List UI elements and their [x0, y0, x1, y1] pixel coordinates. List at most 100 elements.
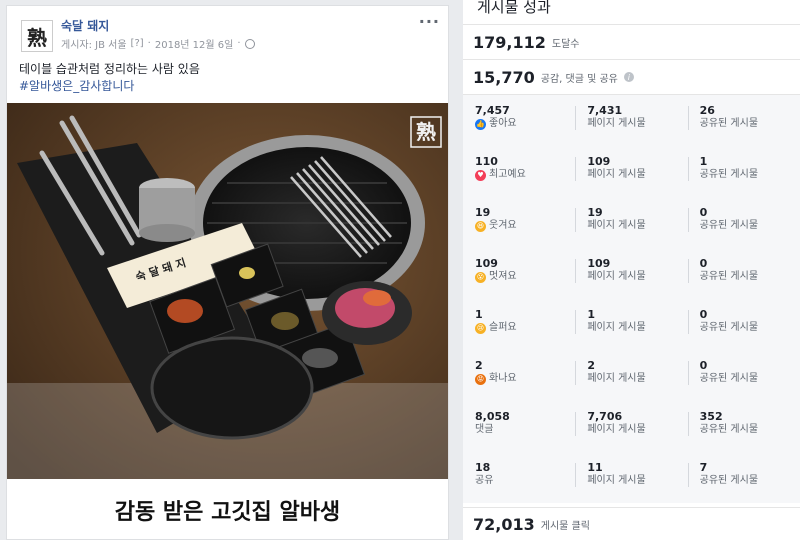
total-value: 2 [475, 359, 483, 372]
shared-post-value: 26 [699, 104, 715, 117]
total-value: 8,058 [475, 410, 510, 423]
breakdown-row: 109 😮 멋져요 109 페이지 게시물 0 공유된 게시물 [463, 248, 800, 299]
hashtag-link[interactable]: #알바생은_감사합니다 [19, 78, 200, 95]
post-date[interactable]: 2018년 12월 6일 [155, 36, 234, 51]
total-label-wrap: 😆 웃겨요 [475, 219, 575, 233]
total-label-wrap: 👍 좋아요 [475, 117, 575, 131]
shared-post-label: 공유된 게시물 [699, 424, 759, 435]
page-post-label: 페이지 게시물 [587, 220, 646, 231]
more-options-button[interactable]: ··· [419, 12, 440, 31]
total-value: 19 [475, 206, 491, 219]
shared-post-cell: 0 공유된 게시물 [687, 257, 800, 299]
page-post-value: 1 [587, 308, 595, 321]
page-post-cell: 2 페이지 게시물 [575, 359, 687, 401]
total-value: 7,457 [475, 104, 510, 117]
reaction-label: 공유 [475, 475, 494, 486]
total-value: 109 [475, 257, 498, 270]
total-cell: 110 ♥ 최고예요 [463, 155, 575, 197]
total-cell: 19 😆 웃겨요 [463, 206, 575, 248]
shared-post-value: 0 [699, 359, 708, 372]
page-post-cell: 11 페이지 게시물 [575, 461, 687, 503]
photo-title: 감동 받은 고깃집 알바생 [7, 479, 448, 539]
total-label-wrap: 공유 [475, 474, 575, 488]
reaction-label: 최고예요 [489, 169, 526, 180]
info-icon[interactable]: i [623, 72, 634, 82]
sad-icon: 😢 [475, 322, 486, 334]
total-cell: 1 😢 슬퍼요 [463, 308, 575, 350]
reach-label: 도달수 [551, 38, 580, 50]
post-meta: 게시자: JB 서울 [?] · 2018년 12월 6일 · [61, 36, 255, 51]
page-post-cell: 7,431 페이지 게시물 [575, 104, 687, 146]
page-post-value: 7,706 [587, 410, 623, 423]
reaction-label: 웃겨요 [489, 220, 517, 231]
shared-post-label: 공유된 게시물 [699, 373, 759, 384]
total-value: 110 [475, 155, 498, 168]
reaction-label: 좋아요 [489, 118, 517, 129]
shared-post-label: 공유된 게시물 [699, 169, 759, 180]
shared-post-cell: 0 공유된 게시물 [687, 359, 800, 401]
total-cell: 8,058 댓글 [463, 410, 575, 452]
insights-panel: 게시물 성과 179,112 도달수 15,770 공감, 댓글 및 공유 i … [463, 0, 800, 540]
page-post-cell: 1 페이지 게시물 [575, 308, 687, 350]
insights-title: 게시물 성과 [477, 0, 551, 16]
shared-post-cell: 0 공유된 게시물 [687, 308, 800, 350]
reach-row: 179,112 도달수 [463, 24, 800, 59]
total-cell: 18 공유 [463, 461, 575, 503]
shared-post-label: 공유된 게시물 [699, 475, 759, 486]
reaction-label: 댓글 [475, 424, 494, 435]
shared-post-label: 공유된 게시물 [699, 322, 759, 333]
shared-post-label: 공유된 게시물 [699, 118, 759, 129]
shared-post-value: 1 [699, 155, 708, 168]
reach-value: 179,112 [473, 32, 546, 52]
page-post-label: 페이지 게시물 [587, 373, 646, 384]
shared-post-cell: 0 공유된 게시물 [687, 206, 800, 248]
shared-post-label: 공유된 게시물 [699, 271, 759, 282]
page-post-value: 109 [587, 155, 611, 168]
wow-icon: 😮 [475, 271, 486, 283]
clicks-row: 72,013 게시물 클릭 [463, 507, 800, 540]
photo-illustration: 숙 달 돼 지 熟 [7, 103, 448, 479]
engagement-breakdown: 7,457 👍 좋아요 7,431 페이지 게시물 26 공유된 게시물 110 ♥ 최고예요 10… [463, 94, 800, 503]
reaction-label: 멋져요 [489, 271, 517, 282]
page-name-link[interactable]: 숙달 돼지 [61, 17, 109, 34]
post-card: 熟 숙달 돼지 게시자: JB 서울 [?] · 2018년 12월 6일 · … [6, 5, 449, 540]
total-value: 1 [475, 308, 483, 321]
globe-icon[interactable] [244, 38, 255, 49]
page-post-cell: 7,706 페이지 게시물 [575, 410, 687, 452]
page-post-label: 페이지 게시물 [587, 271, 646, 282]
shared-post-value: 0 [699, 206, 708, 219]
dot-separator: · [237, 38, 241, 49]
post-caption: 테이블 습관처럼 정리하는 사람 있음 #알바생은_감사합니다 [19, 61, 200, 95]
reaction-label: 화나요 [489, 373, 517, 384]
love-icon: ♥ [475, 169, 486, 181]
shared-post-value: 0 [699, 308, 708, 321]
page-post-label: 페이지 게시물 [587, 118, 646, 129]
clicks-label: 게시물 클릭 [540, 520, 590, 532]
shared-post-value: 0 [699, 257, 708, 270]
page-post-label: 페이지 게시물 [587, 424, 646, 435]
haha-icon: 😆 [475, 220, 486, 232]
page-post-value: 11 [587, 461, 603, 474]
total-label-wrap: 😢 슬퍼요 [475, 321, 575, 335]
breakdown-row: 19 😆 웃겨요 19 페이지 게시물 0 공유된 게시물 [463, 197, 800, 248]
page-avatar[interactable]: 熟 [21, 20, 53, 52]
shared-post-label: 공유된 게시물 [699, 220, 759, 231]
page-post-value: 7,431 [587, 104, 623, 117]
engagement-value: 15,770 [473, 67, 535, 87]
reaction-label: 슬퍼요 [489, 322, 517, 333]
shared-post-value: 352 [699, 410, 723, 423]
post-author[interactable]: 게시자: JB 서울 [61, 36, 127, 51]
black-dish [150, 336, 314, 440]
page-post-value: 19 [587, 206, 603, 219]
shared-post-cell: 1 공유된 게시물 [687, 155, 800, 197]
breakdown-row: 8,058 댓글 7,706 페이지 게시물 352 공유된 게시물 [463, 401, 800, 452]
page-post-cell: 109 페이지 게시물 [575, 155, 687, 197]
breakdown-row: 7,457 👍 좋아요 7,431 페이지 게시물 26 공유된 게시물 [463, 95, 800, 146]
shared-post-cell: 352 공유된 게시물 [687, 410, 800, 452]
total-value: 18 [475, 461, 491, 474]
post-photo[interactable]: 숙 달 돼 지 熟 [7, 103, 448, 479]
breakdown-row: 18 공유 11 페이지 게시물 7 공유된 게시물 [463, 452, 800, 503]
help-link[interactable]: [?] [131, 38, 144, 49]
total-label-wrap: ♥ 최고예요 [475, 168, 575, 182]
dot-separator: · [147, 38, 151, 49]
